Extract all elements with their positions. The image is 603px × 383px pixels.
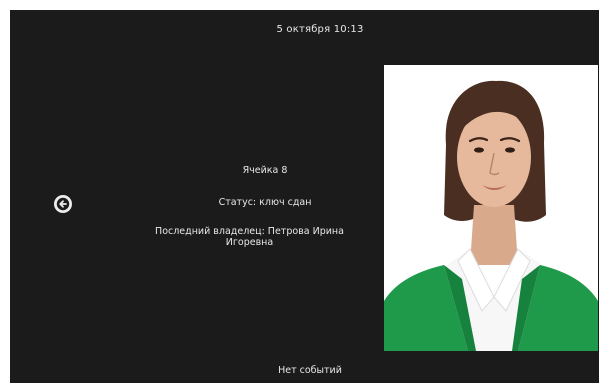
kiosk-screen: 5 октября 10:13 Ячейка 8 Статус: ключ сд… [10,10,599,383]
events-status: Нет событий [278,365,342,376]
cell-status: Статус: ключ сдан [218,197,312,208]
last-owner: Последний владелец: Петрова Ирина Игорев… [155,226,344,248]
datetime-label: 5 октября 10:13 [276,24,364,35]
cell-title: Ячейка 8 [242,165,288,176]
back-button[interactable] [54,195,72,213]
owner-photo [384,65,598,351]
arrow-left-circle-icon [56,197,70,211]
person-portrait [384,65,598,351]
